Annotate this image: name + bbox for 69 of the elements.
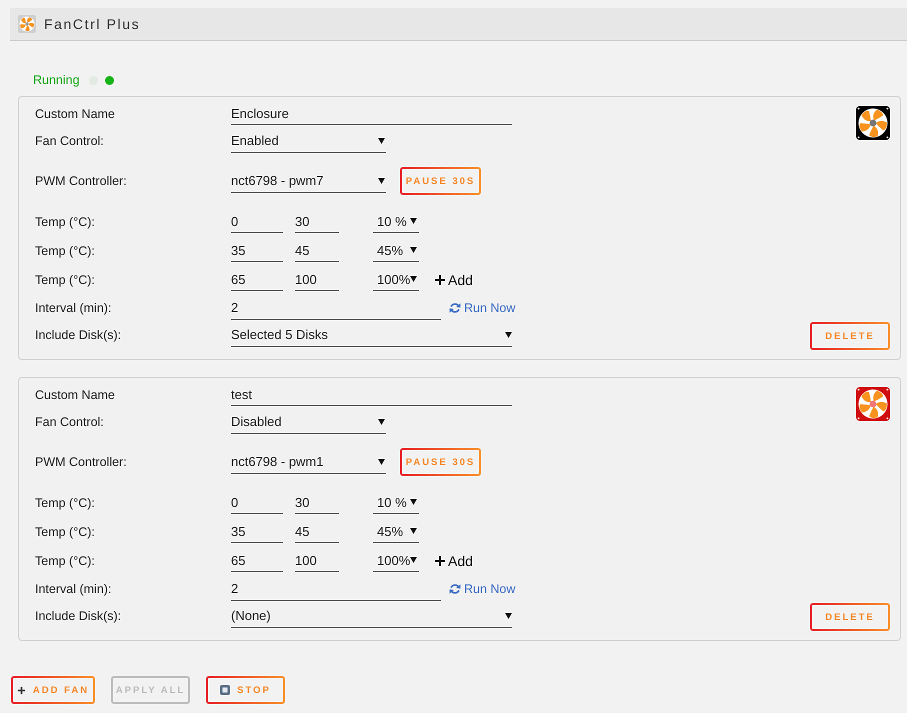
field-label: Temp (°C): [35, 244, 96, 258]
field-label: Temp (°C): [35, 524, 96, 538]
name-input[interactable]: test [231, 383, 512, 406]
name-input[interactable]: Enclosure [231, 102, 512, 125]
fan-logo-icon [18, 15, 36, 33]
caret-icon [378, 458, 385, 464]
temp-low-input[interactable]: 65 [231, 549, 283, 572]
fan-control-select[interactable]: Enabled [231, 130, 386, 152]
add-point-button[interactable]: Add [435, 552, 473, 568]
fan-speed-select[interactable]: 45% [373, 520, 419, 543]
field-label: Temp (°C): [35, 272, 96, 286]
temp-low-input[interactable]: 0 [231, 491, 283, 514]
field-label: Fan Control: [35, 134, 105, 148]
field-label: Custom Name [35, 388, 116, 402]
field-label: Temp (°C): [35, 496, 96, 510]
interval-input[interactable]: 2 [231, 578, 441, 600]
caret-icon [378, 418, 385, 424]
field-label: Temp (°C): [35, 214, 96, 228]
field-label: PWM Controller: [35, 455, 128, 469]
field-label: Custom Name [35, 106, 116, 120]
field-label: Include Disk(s): [35, 609, 122, 623]
field-label: Fan Control: [35, 415, 105, 429]
field-label: Temp (°C): [35, 554, 96, 568]
temp-low-input[interactable]: 35 [231, 239, 283, 262]
fan-speed-select[interactable]: 10 % [373, 210, 419, 233]
refresh-icon [449, 302, 461, 314]
fan-speed-select[interactable]: 45% [373, 239, 419, 262]
caret-icon [410, 499, 417, 505]
temp-high-input[interactable]: 100 [295, 268, 339, 291]
temp-high-input[interactable]: 100 [295, 549, 339, 572]
app-title: FanCtrl Plus [44, 16, 140, 32]
plus-icon [435, 274, 445, 284]
plus-icon [16, 686, 26, 694]
caret-icon [410, 528, 417, 534]
caret-icon [410, 557, 418, 563]
add-point-button[interactable]: Add [435, 272, 473, 288]
fan-speed-select[interactable]: 10 % [373, 491, 419, 514]
temp-high-input[interactable]: 30 [295, 210, 339, 233]
caret-icon [410, 276, 418, 282]
temp-high-input[interactable]: 45 [295, 239, 339, 262]
caret-icon [378, 178, 385, 184]
run-now-link[interactable]: Run Now [449, 301, 516, 315]
caret-icon [410, 218, 417, 224]
caret-icon [410, 247, 417, 253]
stop-icon [220, 685, 230, 695]
disks-select[interactable]: Selected 5 Disks [231, 324, 512, 346]
fan-speed-select[interactable]: 100% [373, 268, 419, 291]
status-label: Running [33, 73, 80, 87]
disks-select[interactable]: (None) [231, 604, 512, 628]
caret-icon [378, 138, 385, 144]
caret-icon [505, 612, 512, 618]
temp-low-input[interactable]: 0 [231, 210, 283, 233]
fan-speed-select[interactable]: 100% [373, 549, 419, 572]
interval-input[interactable]: 2 [231, 296, 441, 320]
plus-icon [435, 556, 445, 566]
field-label: Interval (min): [35, 301, 112, 315]
refresh-icon [449, 583, 461, 595]
temp-low-input[interactable]: 65 [231, 268, 283, 291]
pwm-controller-select[interactable]: nct6798 - pwm7 [231, 170, 386, 192]
field-label: Interval (min): [35, 582, 112, 596]
caret-icon [505, 332, 512, 338]
temp-high-input[interactable]: 30 [295, 491, 339, 514]
temp-high-input[interactable]: 45 [295, 520, 339, 543]
temp-low-input[interactable]: 35 [231, 520, 283, 543]
run-now-link[interactable]: Run Now [449, 582, 516, 596]
fan-control-select[interactable]: Disabled [231, 410, 386, 434]
field-label: PWM Controller: [35, 174, 128, 188]
pwm-controller-select[interactable]: nct6798 - pwm1 [231, 450, 386, 474]
field-label: Include Disk(s): [35, 328, 122, 342]
